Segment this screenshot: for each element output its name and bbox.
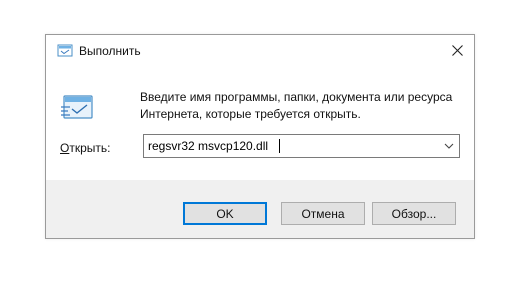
dialog-body: Введите имя программы, папки, документа … — [46, 65, 474, 180]
text-caret — [279, 139, 280, 153]
open-label: Открыть: — [60, 141, 110, 155]
open-label-rest: ткрыть: — [69, 141, 111, 155]
ok-button[interactable]: OK — [183, 202, 267, 225]
browse-button[interactable]: Обзор... — [372, 202, 456, 225]
cancel-button[interactable]: Отмена — [281, 202, 365, 225]
run-icon — [61, 95, 93, 119]
close-icon — [451, 44, 463, 56]
open-combobox[interactable]: regsvr32 msvcp120.dll — [143, 134, 460, 158]
window-title: Выполнить — [79, 44, 141, 58]
title-bar[interactable]: Выполнить — [46, 35, 474, 65]
close-button[interactable] — [444, 38, 470, 62]
button-bar: OK Отмена Обзор... — [46, 180, 474, 238]
chevron-down-icon[interactable] — [443, 141, 455, 151]
description-text: Введите имя программы, папки, документа … — [140, 90, 453, 121]
run-icon — [57, 44, 73, 57]
open-label-accel: О — [60, 141, 70, 155]
run-dialog: Выполнить Введите имя программы, папки, … — [45, 34, 475, 239]
open-input[interactable]: regsvr32 msvcp120.dll — [148, 139, 268, 153]
